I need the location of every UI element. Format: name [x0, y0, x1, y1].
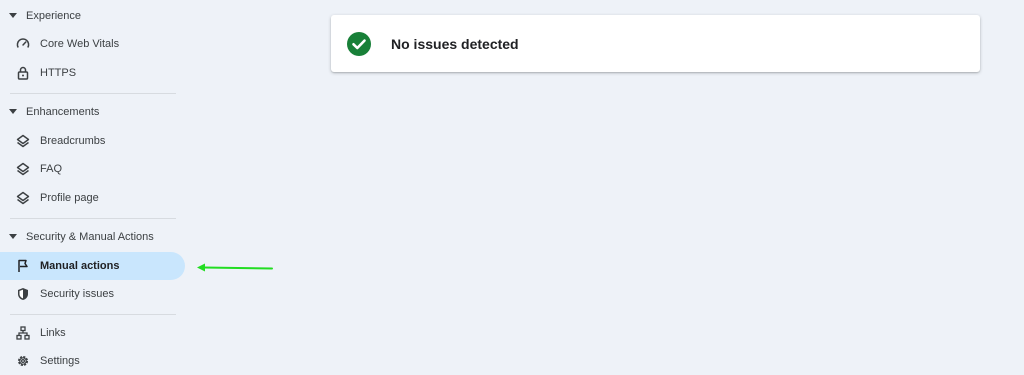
sidebar-item-core-web-vitals[interactable]: Core Web Vitals: [0, 30, 185, 58]
sidebar-item-manual-actions[interactable]: Manual actions: [0, 252, 185, 280]
layers-icon: [16, 134, 30, 148]
section-header-experience[interactable]: Experience: [0, 4, 81, 28]
sidebar-item-label: Core Web Vitals: [40, 38, 120, 50]
status-card: No issues detected: [331, 15, 980, 72]
section-header-enhancements[interactable]: Enhancements: [0, 100, 99, 124]
sidebar-item-faq[interactable]: FAQ: [0, 155, 185, 183]
caret-down-icon: [0, 109, 26, 115]
sidebar-item-label: Settings: [40, 355, 80, 367]
layers-icon: [16, 191, 30, 205]
shield-icon: [16, 287, 30, 301]
sidebar-item-label: FAQ: [40, 163, 63, 175]
lock-icon: [16, 66, 30, 80]
sitemap-icon: [16, 326, 30, 340]
annotation-arrow-icon: [197, 263, 273, 272]
sidebar-item-label: Manual actions: [40, 260, 120, 272]
gauge-icon: [16, 37, 30, 51]
sidebar-item-label: Security issues: [40, 288, 114, 300]
sidebar-item-label: Breadcrumbs: [40, 135, 106, 147]
sidebar-item-label: Profile page: [40, 192, 99, 204]
divider: [10, 314, 176, 315]
check-circle-icon: [347, 31, 371, 56]
section-header-security[interactable]: Security & Manual Actions: [0, 225, 154, 249]
divider: [10, 218, 176, 219]
sidebar-item-profile-page[interactable]: Profile page: [0, 184, 185, 212]
section-header-label: Security & Manual Actions: [26, 231, 154, 243]
sidebar-item-links[interactable]: Links: [0, 319, 185, 347]
divider: [10, 93, 176, 94]
section-header-label: Enhancements: [26, 106, 100, 118]
layers-icon: [16, 162, 30, 176]
sidebar-item-security-issues[interactable]: Security issues: [0, 280, 185, 308]
sidebar: Experience Core Web Vitals HTTPS Enhance…: [0, 0, 190, 372]
section-header-label: Experience: [26, 10, 82, 22]
status-message: No issues detected: [391, 35, 519, 52]
caret-down-icon: [0, 13, 26, 19]
caret-down-icon: [0, 234, 26, 240]
sidebar-item-https[interactable]: HTTPS: [0, 59, 185, 87]
sidebar-item-settings[interactable]: Settings: [0, 347, 185, 375]
flag-icon: [16, 259, 30, 273]
sidebar-item-breadcrumbs[interactable]: Breadcrumbs: [0, 127, 185, 155]
gear-icon: [16, 354, 30, 368]
sidebar-item-label: Links: [40, 327, 66, 339]
sidebar-item-label: HTTPS: [40, 67, 77, 79]
